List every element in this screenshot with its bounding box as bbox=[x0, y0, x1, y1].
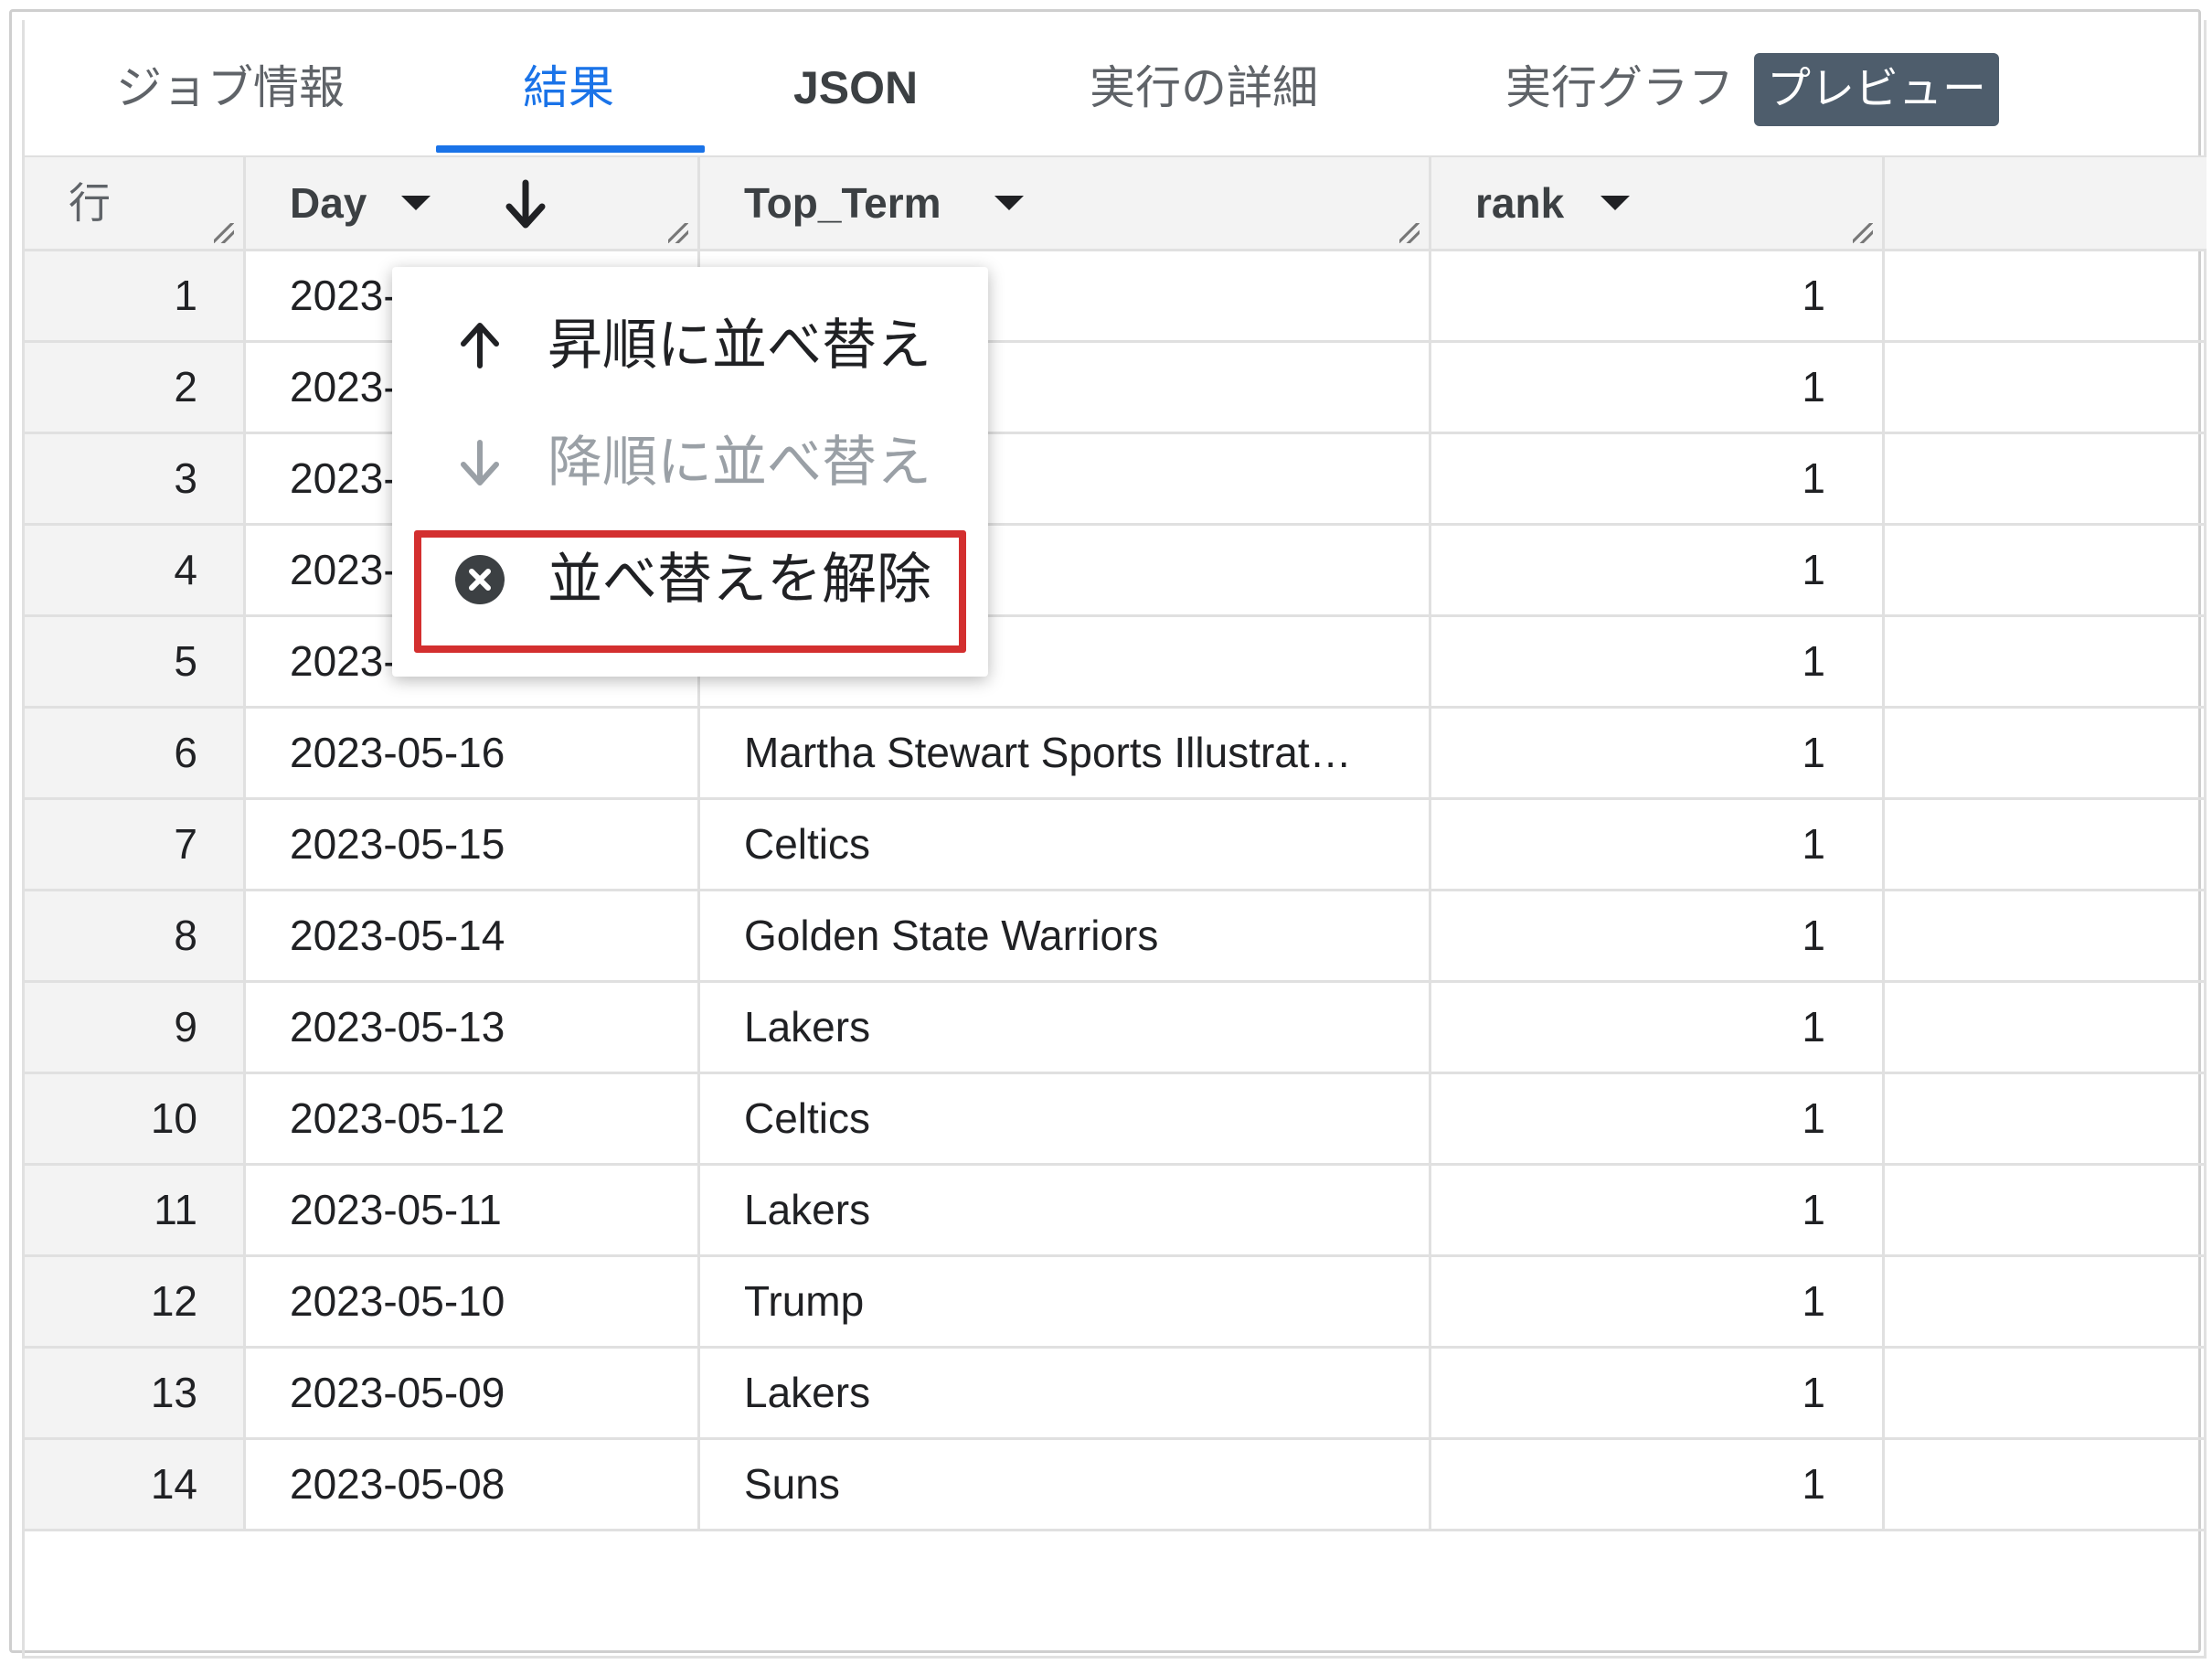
header-top-term[interactable]: Top_Term bbox=[700, 157, 1431, 249]
highlight-box bbox=[414, 530, 966, 653]
preview-badge: プレビュー bbox=[1754, 53, 1999, 126]
top-term-cell[interactable]: Celtics bbox=[700, 800, 1431, 889]
day-cell[interactable]: 2023-05-16 bbox=[246, 709, 700, 797]
tab-results[interactable]: 結果 bbox=[523, 20, 614, 155]
top-term-cell[interactable]: Trump bbox=[700, 1257, 1431, 1346]
header-row-number: 行 bbox=[25, 157, 246, 249]
row-number-cell[interactable]: 13 bbox=[25, 1349, 246, 1437]
rank-cell[interactable]: 1 bbox=[1431, 343, 1885, 432]
column-resize-handle[interactable] bbox=[1399, 223, 1420, 243]
chevron-down-icon[interactable] bbox=[1601, 196, 1630, 210]
rank-cell[interactable]: 1 bbox=[1431, 800, 1885, 889]
table-header: 行 Day Top_Term rank bbox=[25, 157, 2207, 251]
table-row[interactable]: 42023-05-181 bbox=[25, 526, 2207, 617]
header-rank-label: rank bbox=[1475, 179, 1565, 227]
results-panel: ジョブ情報 結果 JSON 実行の詳細 実行グラフ プレビュー 行 Day To… bbox=[22, 20, 2207, 1659]
column-resize-handle[interactable] bbox=[668, 223, 688, 243]
rank-cell[interactable]: 1 bbox=[1431, 709, 1885, 797]
tab-json[interactable]: JSON bbox=[793, 20, 918, 155]
day-cell[interactable]: 2023-05-10 bbox=[246, 1257, 700, 1346]
rank-cell[interactable]: 1 bbox=[1431, 1257, 1885, 1346]
table-row[interactable]: 14 2023-05-08 Suns 1 bbox=[25, 1440, 2207, 1531]
header-day[interactable]: Day bbox=[246, 157, 700, 249]
sort-ascending-label: 昇順に並べ替え bbox=[548, 315, 931, 376]
day-cell[interactable]: 2023-05-08 bbox=[246, 1440, 700, 1529]
rank-cell[interactable]: 1 bbox=[1431, 983, 1885, 1072]
table-row[interactable]: 10 2023-05-12 Celtics 1 bbox=[25, 1074, 2207, 1166]
table-row[interactable]: 13 2023-05-09 Lakers 1 bbox=[25, 1349, 2207, 1440]
table-row[interactable]: 12023-05-211 bbox=[25, 251, 2207, 343]
header-day-label: Day bbox=[290, 179, 367, 227]
day-cell[interactable]: 2023-05-12 bbox=[246, 1074, 700, 1163]
arrow-up-icon bbox=[461, 323, 499, 368]
row-number-cell[interactable]: 1 bbox=[25, 251, 246, 340]
top-term-cell[interactable]: Martha Stewart Sports Illustrat… bbox=[700, 709, 1431, 797]
day-cell[interactable]: 2023-05-09 bbox=[246, 1349, 700, 1437]
header-rank[interactable]: rank bbox=[1431, 157, 1885, 249]
table-row[interactable]: 11 2023-05-11 Lakers 1 bbox=[25, 1166, 2207, 1257]
sort-ascending-item[interactable]: 昇順に並べ替え bbox=[392, 287, 988, 404]
day-cell[interactable]: 2023-05-13 bbox=[246, 983, 700, 1072]
table-row[interactable]: 6 2023-05-16 Martha Stewart Sports Illustr… bbox=[25, 709, 2207, 800]
row-number-cell[interactable]: 5 bbox=[25, 617, 246, 706]
rank-cell[interactable]: 1 bbox=[1431, 526, 1885, 614]
top-term-cell[interactable]: Lakers bbox=[700, 1349, 1431, 1437]
rank-cell[interactable]: 1 bbox=[1431, 1074, 1885, 1163]
table-row[interactable]: 7 2023-05-15 Celtics 1 bbox=[25, 800, 2207, 891]
row-number-cell[interactable]: 4 bbox=[25, 526, 246, 614]
row-number-cell[interactable]: 11 bbox=[25, 1166, 246, 1254]
row-number-cell[interactable]: 9 bbox=[25, 983, 246, 1072]
active-tab-indicator bbox=[436, 145, 705, 153]
day-cell[interactable]: 2023-05-11 bbox=[246, 1166, 700, 1254]
row-number-cell[interactable]: 6 bbox=[25, 709, 246, 797]
rank-cell[interactable]: 1 bbox=[1431, 434, 1885, 523]
row-number-cell[interactable]: 8 bbox=[25, 891, 246, 980]
sort-descending-label: 降順に並べ替え bbox=[548, 432, 931, 493]
top-term-cell[interactable]: Lakers bbox=[700, 983, 1431, 1072]
row-number-cell[interactable]: 12 bbox=[25, 1257, 246, 1346]
chevron-down-icon[interactable] bbox=[994, 196, 1024, 210]
arrow-down-icon bbox=[461, 440, 499, 485]
tab-execution-graph[interactable]: 実行グラフ bbox=[1505, 20, 1734, 155]
column-resize-handle[interactable] bbox=[1853, 223, 1873, 243]
header-top-term-label: Top_Term bbox=[744, 179, 941, 227]
top-term-cell[interactable]: Lakers bbox=[700, 1166, 1431, 1254]
day-cell[interactable]: 2023-05-14 bbox=[246, 891, 700, 980]
sort-descending-item[interactable]: 降順に並べ替え bbox=[392, 404, 988, 521]
table-row[interactable]: 52023-05-17Lakers1 bbox=[25, 617, 2207, 709]
column-resize-handle[interactable] bbox=[214, 223, 234, 243]
tab-job-info[interactable]: ジョブ情報 bbox=[116, 20, 345, 155]
rank-cell[interactable]: 1 bbox=[1431, 1349, 1885, 1437]
table-row[interactable]: 8 2023-05-14 Golden State Warriors 1 bbox=[25, 891, 2207, 983]
rank-cell[interactable]: 1 bbox=[1431, 251, 1885, 340]
chevron-down-icon[interactable] bbox=[401, 196, 431, 210]
rank-cell[interactable]: 1 bbox=[1431, 1440, 1885, 1529]
top-term-cell[interactable]: Golden State Warriors bbox=[700, 891, 1431, 980]
rank-cell[interactable]: 1 bbox=[1431, 617, 1885, 706]
table-row[interactable]: 12 2023-05-10 Trump 1 bbox=[25, 1257, 2207, 1349]
header-row-number-label: 行 bbox=[69, 179, 111, 227]
top-term-cell[interactable]: Celtics bbox=[700, 1074, 1431, 1163]
tab-execution-details[interactable]: 実行の詳細 bbox=[1090, 20, 1318, 155]
arrow-down-icon[interactable] bbox=[500, 177, 551, 232]
day-cell[interactable]: 2023-05-15 bbox=[246, 800, 700, 889]
row-number-cell[interactable]: 14 bbox=[25, 1440, 246, 1529]
rank-cell[interactable]: 1 bbox=[1431, 891, 1885, 980]
row-number-cell[interactable]: 7 bbox=[25, 800, 246, 889]
row-number-cell[interactable]: 2 bbox=[25, 343, 246, 432]
tab-bar: ジョブ情報 結果 JSON 実行の詳細 実行グラフ プレビュー bbox=[25, 20, 2204, 157]
table-row[interactable]: 22023-05-201 bbox=[25, 343, 2207, 434]
rank-cell[interactable]: 1 bbox=[1431, 1166, 1885, 1254]
row-number-cell[interactable]: 3 bbox=[25, 434, 246, 523]
top-term-cell[interactable]: Suns bbox=[700, 1440, 1431, 1529]
row-number-cell[interactable]: 10 bbox=[25, 1074, 246, 1163]
table-row[interactable]: 9 2023-05-13 Lakers 1 bbox=[25, 983, 2207, 1074]
table-row[interactable]: 32023-05-191 bbox=[25, 434, 2207, 526]
